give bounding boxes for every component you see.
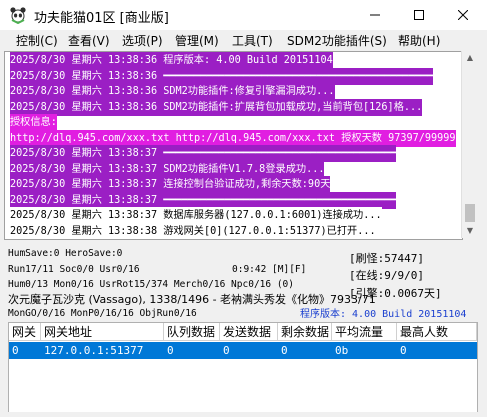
scroll-up-icon[interactable]: ▲ (465, 53, 475, 63)
menu-tools[interactable]: 工具(T) (232, 32, 273, 49)
minimize-button[interactable] (353, 0, 397, 30)
log-line: 2025/8/30 星期六 13:38:37 ━━━━━━━━━━━━━━━━━… (10, 145, 397, 162)
column-header-gateway[interactable]: 网关 (9, 323, 41, 341)
online-count-label: [在线:9/9/0] (349, 269, 424, 282)
cell-remaining: 0 (281, 344, 288, 357)
cell-avg-traffic: 0b (335, 344, 349, 357)
maximize-button[interactable] (397, 0, 441, 30)
log-line: 2025/8/30 星期六 13:38:37 数据库服务器(127.0.0.1:… (10, 207, 382, 224)
window-title: 功夫能猫01区 [商业版] (34, 11, 169, 26)
column-header-queue[interactable]: 队列数据 (164, 323, 220, 341)
cell-max-users: 0 (400, 344, 407, 357)
version-label: 程序版本: 4.00 Build 20151104 (300, 309, 467, 320)
menu-control[interactable]: 控制(C) (16, 32, 58, 49)
menu-manage[interactable]: 管理(M) (175, 32, 219, 49)
log-scrollbar[interactable]: ▲ ▼ (461, 51, 478, 238)
humsave-text: HumSave:0 HeroSave:0 (8, 248, 123, 259)
menu-help[interactable]: 帮助(H) (398, 32, 440, 49)
log-line: 2025/8/30 星期六 13:38:36 程序版本: 4.00 Build … (10, 52, 333, 69)
cell-address: 127.0.0.1:51377 (44, 344, 144, 357)
gateway-table[interactable]: 网关 网关地址 队列数据 发送数据 剩余数据 平均流量 最高人数 0 127.0… (8, 322, 478, 414)
mon-stats: MonGO/0/16 MonP0/16/16 ObjRun0/16 (8, 308, 197, 319)
column-header-remaining[interactable]: 剩余数据 (278, 323, 332, 341)
log-line: 授权信息: (10, 114, 57, 131)
log-line: 2025/8/30 星期六 13:38:37 连接控制台验证成功,剩余天数:90… (10, 176, 331, 193)
menu-view[interactable]: 查看(V) (68, 32, 110, 49)
menu-sdm2-plugins[interactable]: SDM2功能插件(S) (287, 32, 387, 49)
column-header-avg-traffic[interactable]: 平均流量 (332, 323, 397, 341)
log-line: 2025/8/30 星期六 13:38:36 SDM2功能插件:修复引擎漏洞成功… (10, 83, 335, 100)
cell-queue: 0 (167, 344, 174, 357)
column-header-max-users[interactable]: 最高人数 (397, 323, 477, 341)
log-line: 2025/8/30 星期六 13:38:36 ━━━━━━━━━━━━━━━━━… (10, 67, 434, 85)
menu-bar: 控制(C) 查看(V) 选项(P) 管理(M) 工具(T) SDM2功能插件(S… (0, 30, 487, 50)
title-bar[interactable]: 功夫能猫01区 [商业版] (0, 0, 487, 30)
close-button[interactable] (441, 0, 485, 30)
cell-sent: 0 (223, 344, 230, 357)
panda-app-icon (9, 6, 27, 25)
log-line: 2025/8/30 星期六 13:38:37 ━━━━━━━━━━━━━━━━━… (10, 191, 397, 209)
log-line: 2025/8/30 星期六 13:38:36 SDM2功能插件:扩展背包加载成功… (10, 98, 423, 116)
uptime-text: 0:9:42 [M][F] (232, 264, 307, 275)
menu-options[interactable]: 选项(P) (122, 32, 163, 49)
scroll-down-icon[interactable]: ▼ (465, 226, 475, 236)
column-header-sent[interactable]: 发送数据 (220, 323, 278, 341)
log-line: 2025/8/30 星期六 13:38:38 游戏网关[0](127.0.0.1… (10, 222, 376, 239)
scroll-thumb[interactable] (465, 204, 475, 222)
engine-ratio-label: [引擎:0.0067天] (349, 287, 442, 300)
status-strip (0, 412, 487, 417)
minimize-icon (370, 10, 380, 20)
close-icon (458, 10, 468, 20)
cell-gateway: 0 (12, 344, 19, 357)
hum-stats: Hum0/13 Mon0/16 UsrRot15/374 Merch0/16 N… (8, 279, 294, 290)
refresh-monster-label: [刷怪:57447] (349, 252, 424, 265)
column-header-address[interactable]: 网关地址 (41, 323, 164, 341)
run-stats: Run17/11 Soc0/0 Usr0/16 (8, 264, 140, 275)
log-line: 2025/8/30 星期六 13:38:37 SDM2功能插件V1.7.8登录成… (10, 160, 325, 178)
maximize-icon (414, 10, 424, 20)
log-panel[interactable]: 2025/8/30 星期六 13:38:36 程序版本: 4.00 Build … (4, 51, 463, 240)
log-line: http://dlq.945.com/xxx.txt http://dlq.94… (10, 129, 456, 147)
